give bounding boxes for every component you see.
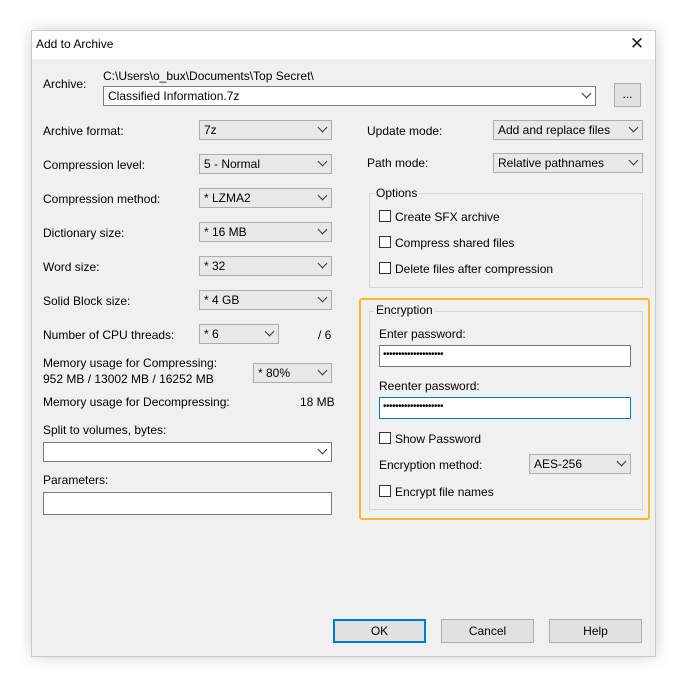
solid-block-size-value: * 4 GB	[204, 293, 240, 307]
parameters-input[interactable]	[43, 492, 332, 515]
compress-shared-checkbox[interactable]	[379, 236, 391, 248]
memory-decompress-label: Memory usage for Decompressing:	[43, 395, 230, 409]
help-button[interactable]: Help	[549, 619, 642, 643]
create-sfx-label: Create SFX archive	[395, 210, 500, 224]
options-title: Options	[374, 186, 420, 200]
word-size-select[interactable]: * 32	[199, 256, 332, 276]
chevron-down-icon	[628, 155, 639, 166]
memory-compress-select[interactable]: * 80%	[253, 363, 332, 383]
update-mode-label: Update mode:	[367, 124, 443, 138]
cancel-button[interactable]: Cancel	[441, 619, 534, 643]
cpu-threads-label: Number of CPU threads:	[43, 328, 175, 342]
chevron-down-icon	[317, 224, 328, 235]
chevron-down-icon	[317, 444, 328, 455]
chevron-down-icon	[317, 122, 328, 133]
create-sfx-checkbox[interactable]	[379, 210, 391, 222]
archive-format-label: Archive format:	[43, 124, 124, 138]
browse-button[interactable]: ...	[614, 83, 641, 107]
chevron-down-icon	[264, 326, 275, 337]
word-size-label: Word size:	[43, 260, 100, 274]
cpu-threads-max: / 6	[318, 328, 332, 342]
chevron-down-icon	[581, 88, 592, 99]
word-size-value: * 32	[204, 259, 226, 273]
split-volumes-combo[interactable]	[43, 442, 332, 462]
chevron-down-icon	[317, 156, 328, 167]
path-mode-label: Path mode:	[367, 156, 429, 170]
compression-method-label: Compression method:	[43, 192, 161, 206]
chevron-down-icon	[317, 190, 328, 201]
encryption-highlight-frame	[359, 298, 650, 520]
update-mode-value: Add and replace files	[498, 123, 611, 137]
dialog-title: Add to Archive	[36, 37, 114, 51]
delete-after-label: Delete files after compression	[395, 262, 554, 276]
cpu-threads-select[interactable]: * 6	[199, 324, 279, 344]
delete-after-checkbox[interactable]	[379, 262, 391, 274]
path-mode-value: Relative pathnames	[498, 156, 605, 170]
solid-block-size-label: Solid Block size:	[43, 294, 131, 308]
chevron-down-icon	[317, 292, 328, 303]
split-volumes-label: Split to volumes, bytes:	[43, 423, 167, 437]
add-to-archive-dialog: Add to Archive ✕ Archive: C:\Users\o_bux…	[31, 30, 656, 657]
archive-filename-combo[interactable]: Classified Information.7z	[103, 86, 596, 106]
cpu-threads-value: * 6	[204, 327, 219, 341]
compression-method-value: * LZMA2	[204, 191, 251, 205]
memory-compress-detail: 952 MB / 13002 MB / 16252 MB	[43, 372, 214, 386]
ok-button[interactable]: OK	[333, 619, 426, 643]
archive-label: Archive:	[43, 77, 87, 91]
dictionary-size-value: * 16 MB	[204, 225, 247, 239]
dictionary-size-select[interactable]: * 16 MB	[199, 222, 332, 242]
archive-format-value: 7z	[204, 123, 217, 137]
solid-block-size-select[interactable]: * 4 GB	[199, 290, 332, 310]
archive-filename: Classified Information.7z	[108, 89, 240, 103]
path-mode-select[interactable]: Relative pathnames	[493, 153, 643, 173]
dictionary-size-label: Dictionary size:	[43, 226, 125, 240]
update-mode-select[interactable]: Add and replace files	[493, 120, 643, 140]
compression-level-value: 5 - Normal	[204, 157, 261, 171]
chevron-down-icon	[317, 258, 328, 269]
memory-decompress-value: 18 MB	[300, 395, 335, 409]
compression-level-label: Compression level:	[43, 158, 146, 172]
memory-compress-label: Memory usage for Compressing:	[43, 356, 218, 370]
compression-level-select[interactable]: 5 - Normal	[199, 154, 332, 174]
chevron-down-icon	[628, 122, 639, 133]
archive-path: C:\Users\o_bux\Documents\Top Secret\	[103, 69, 314, 83]
memory-compress-value: * 80%	[258, 366, 291, 380]
archive-format-select[interactable]: 7z	[199, 120, 332, 140]
parameters-label: Parameters:	[43, 473, 109, 487]
close-icon[interactable]: ✕	[627, 33, 647, 55]
chevron-down-icon	[317, 365, 328, 376]
compression-method-select[interactable]: * LZMA2	[199, 188, 332, 208]
compress-shared-label: Compress shared files	[395, 236, 515, 250]
title-bar: Add to Archive ✕	[32, 31, 655, 59]
